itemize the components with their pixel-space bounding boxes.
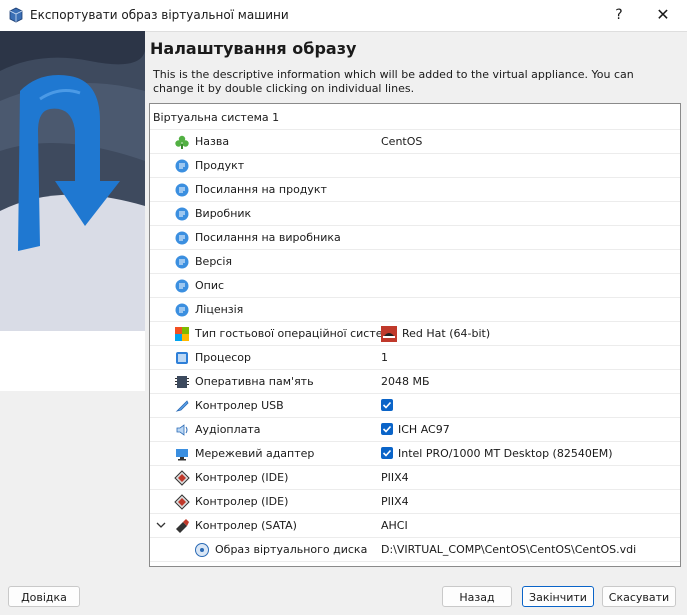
description-icon [175,183,189,197]
network-icon [176,449,188,461]
tree-row-label: Посилання на продукт [195,183,327,196]
tree-root[interactable]: Віртуальна система 1 [150,106,680,130]
ide-controller-icon [174,470,190,486]
tree-row-value: ICH AC97 [398,423,450,436]
tree-row-label: Оперативна пам'ять [195,375,314,388]
cancel-button[interactable]: Скасувати [602,586,676,607]
tree-row-label: Контролер (IDE) [195,471,289,484]
tree-row-label: Контролер (SATA) [195,519,297,532]
description-icon [175,159,189,173]
sata-controller-icon [176,519,189,533]
tree-row-vendor-url[interactable]: Посилання на виробника [150,226,680,250]
back-button[interactable]: Назад [442,586,512,607]
tree-row-usb[interactable]: Контролер USB [150,394,680,418]
network-value[interactable]: Intel PRO/1000 MT Desktop (82540EM) [381,442,613,465]
tree-row-value[interactable]: PIIX4 [381,466,409,489]
page-title: Налаштування образу [150,39,357,58]
tree-row-label: Процесор [195,351,251,364]
name-icon [175,135,189,149]
usb-icon [175,400,189,412]
tree-row-vendor[interactable]: Виробник [150,202,680,226]
wizard-banner-image [0,31,145,391]
tree-row-product-url[interactable]: Посилання на продукт [150,178,680,202]
tree-row-label: Продукт [195,159,245,172]
close-button[interactable]: ✕ [648,4,678,26]
tree-row-ide-controller[interactable]: Контролер (IDE) PIIX4 [150,490,680,514]
os-type-icon [175,327,189,341]
disk-image-icon [195,543,209,557]
tree-row-sata-controller[interactable]: Контролер (SATA) AHCI [150,514,680,538]
redhat-icon [381,326,397,342]
tree-row-value[interactable]: CentOS [381,130,422,153]
tree-row-label: Посилання на виробника [195,231,341,244]
tree-row-audio[interactable]: Аудіоплата ICH AC97 [150,418,680,442]
tree-root-label: Віртуальна система 1 [153,111,280,124]
tree-row-label: Версія [195,255,233,268]
ram-icon [175,376,189,388]
tree-row-value: Intel PRO/1000 MT Desktop (82540EM) [398,447,613,460]
tree-row-value[interactable]: 1 [381,346,388,369]
tree-row-value[interactable]: PIIX4 [381,490,409,513]
usb-checkbox[interactable] [381,394,398,417]
audio-value[interactable]: ICH AC97 [381,418,450,441]
ide-controller-icon [174,494,190,510]
checkbox-checked-icon[interactable] [381,447,393,459]
cpu-icon [176,352,188,364]
tree-row-label: Контролер USB [195,399,284,412]
tree-row-label: Ліцензія [195,303,244,316]
description-icon [175,255,189,269]
tree-row-value[interactable]: 2048 МБ [381,370,430,393]
tree-row-label: Аудіоплата [195,423,261,436]
tree-row-description[interactable]: Опис [150,274,680,298]
description-icon [175,231,189,245]
tree-row-network[interactable]: Мережевий адаптер Intel PRO/1000 MT Desk… [150,442,680,466]
appliance-settings-tree[interactable]: Віртуальна система 1 Назва CentOS Продук… [149,103,681,567]
checkbox-checked-icon[interactable] [381,423,393,435]
tree-row-label: Назва [195,135,230,148]
help-button[interactable]: Довідка [8,586,80,607]
tree-row-label: Виробник [195,207,252,220]
description-icon [175,279,189,293]
tree-row-name[interactable]: Назва CentOS [150,130,680,154]
virtualbox-icon [9,7,23,23]
tree-row-value[interactable]: D:\VIRTUAL_COMP\CentOS\CentOS\CentOS.vdi [381,538,636,561]
page-description: This is the descriptive information whic… [153,68,634,95]
tree-row-label: Опис [195,279,225,292]
description-icon [175,207,189,221]
tree-row-label: Тип гостьової операційної системи [195,327,398,340]
tree-row-product[interactable]: Продукт [150,154,680,178]
description-icon [175,303,189,317]
window-title: Експортувати образ віртуальної машини [30,8,289,22]
tree-row-disk-image[interactable]: Образ віртуального диска D:\VIRTUAL_COMP… [150,538,680,562]
title-bar: Експортувати образ віртуальної машини ? … [0,0,687,32]
checkbox-checked-icon[interactable] [381,399,393,411]
help-title-button[interactable]: ? [604,4,634,26]
tree-row-ram[interactable]: Оперативна пам'ять 2048 МБ [150,370,680,394]
tree-row-os-type[interactable]: Тип гостьової операційної системи Red Ha… [150,322,680,346]
tree-row-cpu[interactable]: Процесор 1 [150,346,680,370]
tree-row-label: Образ віртуального диска [215,543,368,556]
tree-row-value[interactable]: AHCI [381,514,408,537]
tree-row-label: Мережевий адаптер [195,447,315,460]
tree-row-value[interactable]: Red Hat (64-bit) [402,322,490,345]
finish-button[interactable]: Закінчити [522,586,594,607]
tree-row-version[interactable]: Версія [150,250,680,274]
tree-row-ide-controller[interactable]: Контролер (IDE) PIIX4 [150,466,680,490]
tree-row-license[interactable]: Ліцензія [150,298,680,322]
audio-icon [176,424,188,436]
chevron-down-icon[interactable] [156,520,166,533]
tree-row-label: Контролер (IDE) [195,495,289,508]
